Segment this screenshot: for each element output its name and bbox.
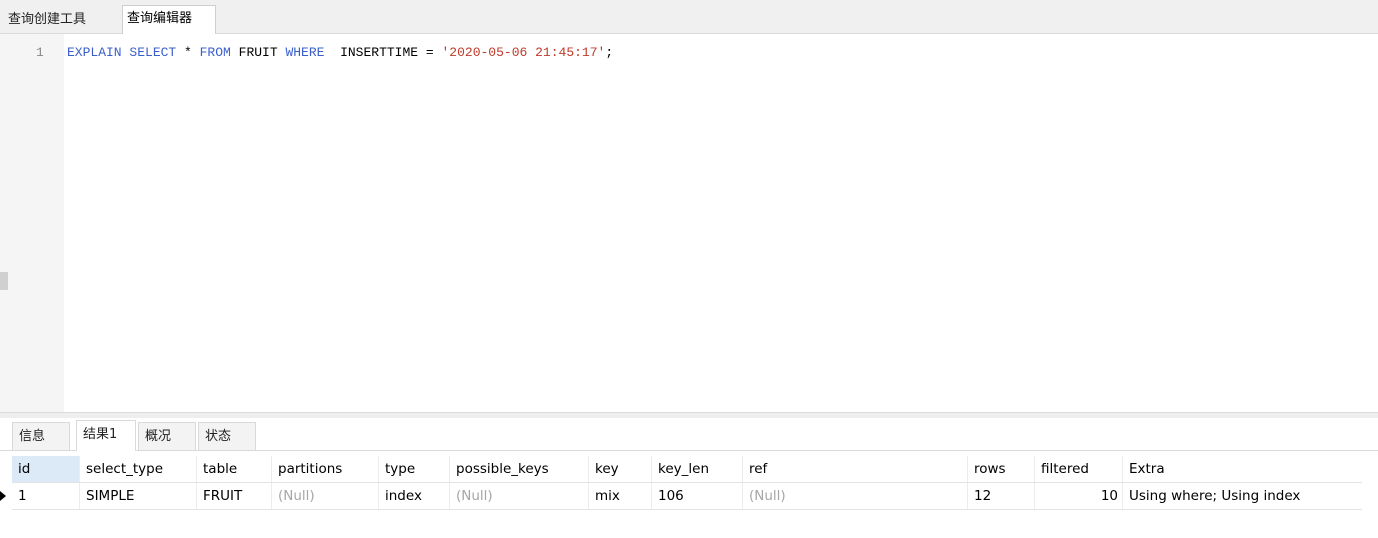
row-pointer-icon <box>0 491 6 501</box>
cell-partitions[interactable]: (Null) <box>271 483 378 509</box>
cell-filtered[interactable]: 10 <box>1034 483 1122 509</box>
cell-extra[interactable]: Using where; Using index <box>1122 483 1362 509</box>
sql-token: WHERE <box>285 45 325 60</box>
table-row[interactable]: 1 SIMPLE FRUIT (Null) index (Null) mix 1… <box>0 483 1362 510</box>
cell-key[interactable]: mix <box>588 483 651 509</box>
editor-tab-bar: 查询创建工具 查询编辑器 <box>0 0 1378 34</box>
column-header-key[interactable]: key <box>588 456 651 482</box>
result-tab-bar: 信息 结果1 概况 状态 <box>0 418 1378 451</box>
column-header-key-len[interactable]: key_len <box>651 456 742 482</box>
sql-token: FROM <box>199 45 231 60</box>
column-header-filtered[interactable]: filtered <box>1034 456 1122 482</box>
cell-type[interactable]: index <box>378 483 449 509</box>
tab-query-builder[interactable]: 查询创建工具 <box>4 7 120 33</box>
splitter-handle[interactable] <box>0 272 8 290</box>
sql-token: INSERTTIME = <box>324 45 442 60</box>
column-header-id[interactable]: id <box>12 456 79 482</box>
sql-token: '2020-05-06 21:45:17' <box>441 45 606 60</box>
column-header-table[interactable]: table <box>196 456 271 482</box>
column-header-type[interactable]: type <box>378 456 449 482</box>
cell-key-len[interactable]: 106 <box>651 483 742 509</box>
tab-overview[interactable]: 概况 <box>138 422 196 450</box>
sql-token: EXPLAIN SELECT <box>67 45 177 60</box>
grid-header-row: id select_type table partitions type pos… <box>12 456 1362 483</box>
column-header-possible-keys[interactable]: possible_keys <box>449 456 588 482</box>
column-header-rows[interactable]: rows <box>967 456 1034 482</box>
cell-ref[interactable]: (Null) <box>742 483 967 509</box>
line-number: 1 <box>36 45 44 60</box>
column-header-extra[interactable]: Extra <box>1122 456 1362 482</box>
cell-id[interactable]: 1 <box>12 483 79 509</box>
cell-rows[interactable]: 12 <box>967 483 1034 509</box>
tab-query-editor[interactable]: 查询编辑器 <box>122 5 216 34</box>
cell-select-type[interactable]: SIMPLE <box>79 483 196 509</box>
column-header-partitions[interactable]: partitions <box>271 456 378 482</box>
column-header-ref[interactable]: ref <box>742 456 967 482</box>
column-header-select-type[interactable]: select_type <box>79 456 196 482</box>
sql-editor[interactable]: 1 EXPLAIN SELECT * FROM FRUIT WHERE INSE… <box>0 34 1378 412</box>
line-gutter: 1 <box>0 34 64 412</box>
code-line[interactable]: EXPLAIN SELECT * FROM FRUIT WHERE INSERT… <box>67 45 613 60</box>
tab-status[interactable]: 状态 <box>198 422 256 450</box>
cell-possible-keys[interactable]: (Null) <box>449 483 588 509</box>
tab-result-1[interactable]: 结果1 <box>76 420 136 451</box>
sql-token: ; <box>605 45 614 60</box>
sql-token: FRUIT <box>230 45 286 60</box>
sql-token: * <box>176 45 200 60</box>
cell-table[interactable]: FRUIT <box>196 483 271 509</box>
tab-info[interactable]: 信息 <box>12 422 70 450</box>
